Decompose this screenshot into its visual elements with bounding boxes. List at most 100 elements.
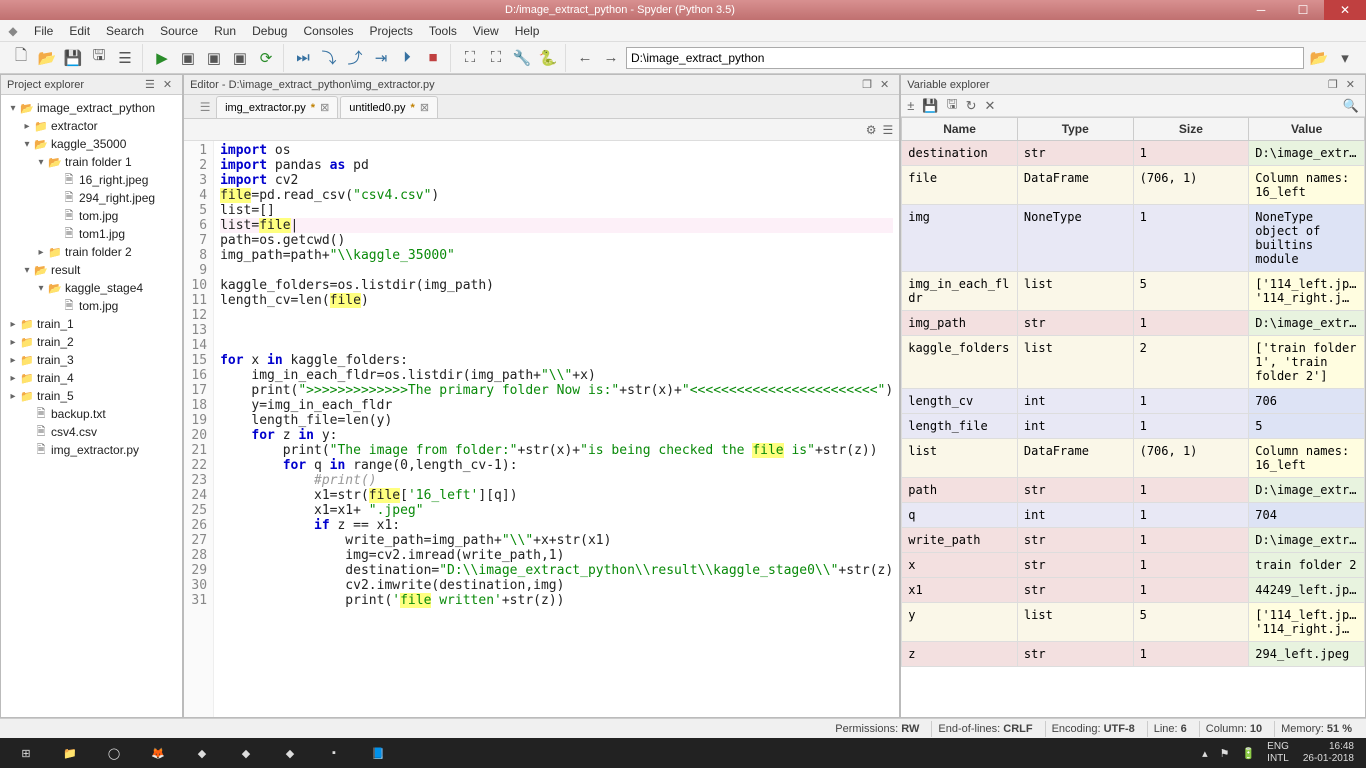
tree-item[interactable]: ▾result — [3, 261, 180, 279]
start-button[interactable]: ⊞ — [4, 739, 48, 767]
tree-item[interactable]: ▸train folder 2 — [3, 243, 180, 261]
editor-options-icon[interactable]: ⚙ — [866, 123, 877, 137]
tree-item[interactable]: img_extractor.py — [3, 441, 180, 459]
project-tree[interactable]: ▾image_extract_python▸extractor▾kaggle_3… — [1, 95, 182, 717]
debug-step-icon[interactable]: ⏭ — [292, 47, 314, 69]
run-icon[interactable]: ▶ — [151, 47, 173, 69]
tree-item[interactable]: ▾kaggle_35000 — [3, 135, 180, 153]
fullscreen-icon[interactable]: ⛶ — [485, 47, 507, 69]
task-cmd-icon[interactable]: ▪ — [312, 739, 356, 767]
variable-row[interactable]: ylist5['114_left.jpeg', '114_right.j… — [902, 603, 1365, 642]
maximize-button[interactable]: ☐ — [1282, 0, 1324, 20]
tree-item[interactable]: ▾kaggle_stage4 — [3, 279, 180, 297]
maximize-pane-icon[interactable]: ⛶ — [459, 47, 481, 69]
tree-item[interactable]: ▸extractor — [3, 117, 180, 135]
debug-over-icon[interactable]: ⤴ — [344, 47, 366, 69]
task-explorer-icon[interactable]: 📁 — [48, 739, 92, 767]
tree-item[interactable]: tom.jpg — [3, 297, 180, 315]
taskbar-clock[interactable]: 16:4826-01-2018 — [1295, 741, 1362, 765]
save-icon[interactable]: 💾 — [62, 47, 84, 69]
var-search-icon[interactable]: 🔍 — [1343, 98, 1359, 114]
tree-item[interactable]: tom.jpg — [3, 207, 180, 225]
tree-item[interactable]: backup.txt — [3, 405, 180, 423]
var-save-icon[interactable]: 💾 — [922, 98, 938, 114]
col-type[interactable]: Type — [1017, 118, 1133, 141]
menu-help[interactable]: Help — [507, 22, 548, 40]
windows-taskbar[interactable]: ⊞ 📁 ◯ 🦊 ◆ ◆ ◆ ▪ 📘 ▴ ⚑ 🔋 ENGINTL 16:4826-… — [0, 738, 1366, 768]
open-file-icon[interactable]: 📂 — [36, 47, 58, 69]
menu-run[interactable]: Run — [206, 22, 244, 40]
variable-row[interactable]: kaggle_folderslist2['train folder 1', 't… — [902, 336, 1365, 389]
col-size[interactable]: Size — [1133, 118, 1249, 141]
debug-stop-icon[interactable]: ■ — [422, 47, 444, 69]
var-saveall-icon[interactable]: 🖫 — [947, 95, 958, 117]
menu-view[interactable]: View — [465, 22, 507, 40]
tray-battery-icon[interactable]: 🔋 — [1235, 747, 1261, 760]
menu-debug[interactable]: Debug — [244, 22, 295, 40]
tree-item[interactable]: ▾train folder 1 — [3, 153, 180, 171]
python-path-icon[interactable]: 🐍 — [537, 47, 559, 69]
var-import-icon[interactable]: ± — [907, 98, 914, 113]
editor-menu-icon[interactable]: ☰ — [882, 123, 893, 137]
code-editor[interactable]: 1 2 3 4 5 6 7 8 9 10 11 12 13 14 15 16 1… — [184, 141, 899, 717]
task-spyder-icon[interactable]: ◆ — [268, 739, 312, 767]
variable-row[interactable]: qint1704 — [902, 503, 1365, 528]
editor-undock-icon[interactable]: ❐ — [858, 78, 876, 91]
variable-row[interactable]: length_fileint15 — [902, 414, 1365, 439]
variable-row[interactable]: fileDataFrame(706, 1)Column names: 16_le… — [902, 166, 1365, 205]
parent-dir-icon[interactable]: ▾ — [1334, 47, 1356, 69]
variable-row[interactable]: write_pathstr1D:\image_extract_python\ka… — [902, 528, 1365, 553]
tray-up-icon[interactable]: ▴ — [1196, 747, 1214, 760]
tree-item[interactable]: ▸train_3 — [3, 351, 180, 369]
rerun-icon[interactable]: ⟳ — [255, 47, 277, 69]
variable-row[interactable]: zstr1294_left.jpeg — [902, 642, 1365, 667]
tree-item[interactable]: ▸train_4 — [3, 369, 180, 387]
menu-source[interactable]: Source — [152, 22, 206, 40]
variable-row[interactable]: length_cvint1706 — [902, 389, 1365, 414]
variable-row[interactable]: x1str144249_left.jpeg — [902, 578, 1365, 603]
save-all-icon[interactable]: 🖫 — [88, 47, 110, 69]
minimize-button[interactable]: ─ — [1240, 0, 1282, 20]
tree-item[interactable]: ▸train_1 — [3, 315, 180, 333]
variable-row[interactable]: pathstr1D:\image_extract_python — [902, 478, 1365, 503]
debug-into-icon[interactable]: ⤵ — [318, 47, 340, 69]
var-delete-icon[interactable]: ✕ — [985, 98, 996, 114]
variable-row[interactable]: imgNoneType1NoneType object of builtins … — [902, 205, 1365, 272]
list-icon[interactable]: ☰ — [114, 47, 136, 69]
menu-file[interactable]: File — [26, 22, 61, 40]
menu-consoles[interactable]: Consoles — [295, 22, 361, 40]
menu-edit[interactable]: Edit — [61, 22, 98, 40]
tab-close-icon[interactable]: ⊠ — [420, 101, 429, 114]
nav-fwd-icon[interactable]: → — [600, 47, 622, 69]
var-close-icon[interactable]: ✕ — [1342, 78, 1359, 91]
task-firefox-icon[interactable]: 🦊 — [136, 739, 180, 767]
run-selection-icon[interactable]: ▣ — [229, 47, 251, 69]
menu-projects[interactable]: Projects — [362, 22, 421, 40]
close-button[interactable]: ✕ — [1324, 0, 1366, 20]
debug-out-icon[interactable]: ⇥ — [370, 47, 392, 69]
working-dir-input[interactable] — [626, 47, 1304, 69]
tray-flag-icon[interactable]: ⚑ — [1214, 747, 1236, 760]
task-app1-icon[interactable]: ◆ — [180, 739, 224, 767]
browse-dir-icon[interactable]: 📂 — [1308, 47, 1330, 69]
tree-item[interactable]: ▸train_5 — [3, 387, 180, 405]
var-refresh-icon[interactable]: ↻ — [966, 98, 977, 114]
debug-continue-icon[interactable]: ⏵ — [396, 47, 418, 69]
task-notepad-icon[interactable]: 📘 — [356, 739, 400, 767]
editor-close-icon[interactable]: ✕ — [876, 78, 893, 91]
tree-item[interactable]: ▸train_2 — [3, 333, 180, 351]
pane-options-icon[interactable]: ☰ — [141, 78, 159, 91]
menu-tools[interactable]: Tools — [421, 22, 465, 40]
tab-list-icon[interactable]: ☰ — [194, 96, 216, 118]
nav-back-icon[interactable]: ← — [574, 47, 596, 69]
tree-item[interactable]: 294_right.jpeg — [3, 189, 180, 207]
variable-row[interactable]: img_in_each_fldrlist5['114_left.jpeg', '… — [902, 272, 1365, 311]
var-undock-icon[interactable]: ❐ — [1324, 78, 1342, 91]
tab-close-icon[interactable]: ⊠ — [320, 101, 329, 114]
tree-item[interactable]: tom1.jpg — [3, 225, 180, 243]
col-value[interactable]: Value — [1249, 118, 1365, 141]
variable-row[interactable]: destinationstr1D:\image_extract_python\r… — [902, 141, 1365, 166]
menu-search[interactable]: Search — [98, 22, 152, 40]
task-chrome-icon[interactable]: ◯ — [92, 739, 136, 767]
preferences-icon[interactable]: 🔧 — [511, 47, 533, 69]
